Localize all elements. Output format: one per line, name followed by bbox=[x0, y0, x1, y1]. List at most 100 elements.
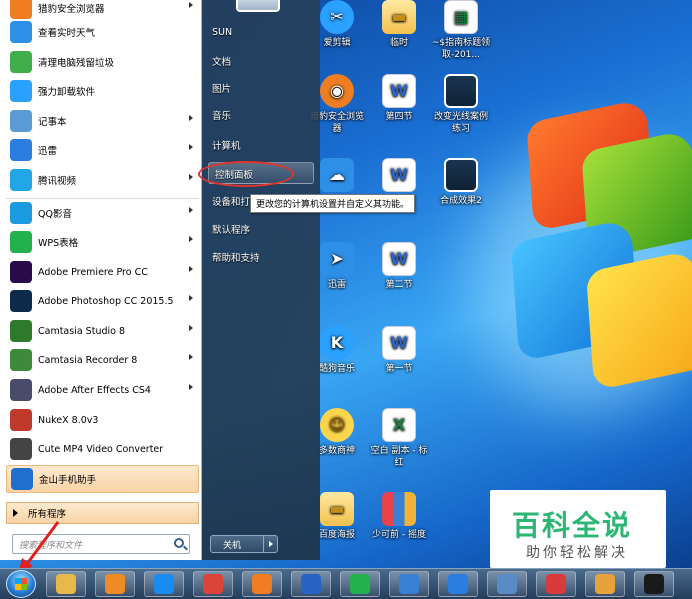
word-doc-icon: W bbox=[382, 326, 416, 360]
program-item[interactable]: 腾讯视频 bbox=[6, 166, 199, 194]
program-item[interactable]: WPS表格 bbox=[6, 228, 199, 256]
camtasia-recorder-icon bbox=[10, 349, 32, 371]
submenu-arrow-icon bbox=[189, 236, 193, 242]
program-item[interactable]: NukeX 8.0v3 bbox=[6, 406, 199, 434]
program-item[interactable]: QQ影音 bbox=[6, 198, 199, 226]
start-menu-link[interactable]: 音乐 bbox=[212, 108, 231, 122]
word-icon bbox=[301, 574, 321, 594]
program-item[interactable]: 迅雷 bbox=[6, 136, 199, 164]
taskbar-button-media[interactable] bbox=[95, 571, 135, 597]
program-item[interactable]: 记事本 bbox=[6, 107, 199, 135]
face-icon: ☺ bbox=[320, 408, 354, 442]
taskbar-button-explorer[interactable] bbox=[46, 571, 86, 597]
triangle-right-icon bbox=[13, 509, 18, 517]
start-menu-link[interactable]: 设备和打 bbox=[212, 194, 250, 208]
taskbar-button-aijianji[interactable] bbox=[389, 571, 429, 597]
camtasia-icon bbox=[644, 574, 664, 594]
taskbar-button-cheetah[interactable] bbox=[242, 571, 282, 597]
program-label: QQ影音 bbox=[38, 208, 72, 220]
image-thumbnail-icon bbox=[444, 158, 478, 192]
program-label: WPS表格 bbox=[38, 238, 79, 249]
aijianji-icon: ✂ bbox=[320, 0, 354, 34]
windows-logo-wallpaper bbox=[470, 70, 692, 400]
program-label: 强力卸载软件 bbox=[38, 87, 96, 98]
start-button[interactable] bbox=[6, 570, 36, 598]
remote-desktop-icon bbox=[497, 574, 517, 594]
program-item[interactable]: Camtasia Studio 8 bbox=[6, 317, 199, 345]
cheetah-browser-icon bbox=[252, 574, 272, 594]
desktop-icon-hecheng[interactable]: 合成效果2 bbox=[430, 158, 492, 207]
wps-sheet-icon bbox=[350, 574, 370, 594]
program-label: Camtasia Recorder 8 bbox=[38, 354, 138, 366]
start-menu-link[interactable]: 计算机 bbox=[212, 138, 241, 152]
program-item[interactable]: 查看实时天气 bbox=[6, 18, 199, 46]
media-player-icon bbox=[105, 574, 125, 594]
start-menu-link[interactable]: SUN bbox=[212, 27, 232, 38]
desktop-icon-disijie[interactable]: W 第四节 bbox=[368, 74, 430, 123]
folder-icon bbox=[56, 574, 76, 594]
program-label: Cute MP4 Video Converter bbox=[38, 443, 164, 455]
control-panel-tooltip: 更改您的计算机设置并自定义其功能。 bbox=[250, 194, 416, 213]
taskbar-button-briefcase[interactable] bbox=[585, 571, 625, 597]
taskbar-button-word[interactable] bbox=[291, 571, 331, 597]
desktop-icon-zhinan[interactable]: ▦ ~$指南标题领取-201... bbox=[430, 0, 492, 61]
taskbar-button-wps[interactable] bbox=[340, 571, 380, 597]
program-label: 清理电脑残留垃圾 bbox=[38, 58, 115, 69]
excel-doc-icon: ▦ bbox=[444, 0, 478, 34]
program-label: Adobe After Effects CS4 bbox=[38, 384, 151, 396]
thunder-bird-icon bbox=[10, 139, 32, 161]
shutdown-options-arrow-icon[interactable] bbox=[263, 536, 277, 552]
uninstall-shield-icon bbox=[10, 80, 32, 102]
submenu-arrow-icon bbox=[189, 354, 193, 360]
taskbar-button-kugou[interactable] bbox=[144, 571, 184, 597]
excel-doc-icon: X bbox=[382, 408, 416, 442]
chrome-icon bbox=[203, 574, 223, 594]
program-item[interactable]: Adobe Premiere Pro CC bbox=[6, 258, 199, 286]
start-menu-link[interactable]: 文档 bbox=[212, 54, 231, 68]
program-item[interactable]: 金山手机助手 bbox=[6, 465, 199, 493]
program-label: NukeX 8.0v3 bbox=[38, 414, 99, 426]
user-account-picture[interactable] bbox=[236, 0, 280, 12]
desktop-icon-diyijie[interactable]: W 第一节 bbox=[368, 326, 430, 375]
desktop-icon-linshi[interactable]: ▬ 临时 bbox=[368, 0, 430, 49]
notepad-icon bbox=[10, 110, 32, 132]
start-menu-link[interactable]: 默认程序 bbox=[212, 222, 250, 236]
wps-word-icon bbox=[448, 574, 468, 594]
program-item[interactable]: Cute MP4 Video Converter bbox=[6, 435, 199, 463]
start-menu-link[interactable]: 图片 bbox=[212, 81, 231, 95]
desktop-icon-zip[interactable]: 少可前 - 摇度 bbox=[368, 492, 430, 541]
kugou-icon: K bbox=[320, 326, 354, 360]
desktop-icon-dierjie[interactable]: W 第二节 bbox=[368, 242, 430, 291]
program-item[interactable]: Adobe Photoshop CC 2015.5 bbox=[6, 287, 199, 315]
taskbar-button-remote[interactable] bbox=[487, 571, 527, 597]
program-item[interactable]: Adobe After Effects CS4 bbox=[6, 376, 199, 404]
wps-sheet-icon bbox=[10, 231, 32, 253]
word-doc-icon: W bbox=[382, 242, 416, 276]
tencent-video-icon bbox=[10, 169, 32, 191]
start-menu-programs-pane: 猎豹安全浏览器 查看实时天气 清理电脑残留垃圾 强力卸载软件 记事本 迅雷 腾讯视频 QQ影音… bbox=[0, 0, 202, 560]
submenu-arrow-icon bbox=[189, 384, 193, 390]
briefcase-icon bbox=[595, 574, 615, 594]
video-converter-icon bbox=[10, 438, 32, 460]
program-label: 腾讯视频 bbox=[38, 176, 77, 187]
program-label: 金山手机助手 bbox=[39, 475, 97, 486]
start-menu-link[interactable]: 帮助和支持 bbox=[212, 250, 260, 264]
program-item[interactable]: Camtasia Recorder 8 bbox=[6, 346, 199, 374]
taskbar-button-camtasia[interactable] bbox=[634, 571, 674, 597]
start-menu-places-pane: SUN 文档 图片 音乐 计算机 控制面板 设备和打 默认程序 帮助和支持 关机 bbox=[202, 0, 320, 560]
search-icon bbox=[174, 538, 184, 548]
taskbar-button-wps-word[interactable] bbox=[438, 571, 478, 597]
submenu-arrow-icon bbox=[189, 266, 193, 272]
program-label: Adobe Premiere Pro CC bbox=[38, 266, 148, 278]
program-item[interactable]: 强力卸载软件 bbox=[6, 77, 199, 105]
program-item[interactable]: 清理电脑残留垃圾 bbox=[6, 48, 199, 76]
shutdown-button[interactable]: 关机 bbox=[210, 535, 278, 553]
desktop-icon-doc[interactable]: W bbox=[368, 158, 430, 195]
taskbar-button-toolbox[interactable] bbox=[536, 571, 576, 597]
taskbar-button-chrome[interactable] bbox=[193, 571, 233, 597]
program-label: Adobe Photoshop CC 2015.5 bbox=[38, 295, 174, 307]
word-doc-icon: W bbox=[382, 158, 416, 192]
desktop-icon-xls[interactable]: X 空白 副本 - 标红 bbox=[368, 408, 430, 469]
desktop-icon-guangxian[interactable]: 改变光线案例练习 bbox=[430, 74, 492, 135]
submenu-arrow-icon bbox=[189, 2, 193, 8]
